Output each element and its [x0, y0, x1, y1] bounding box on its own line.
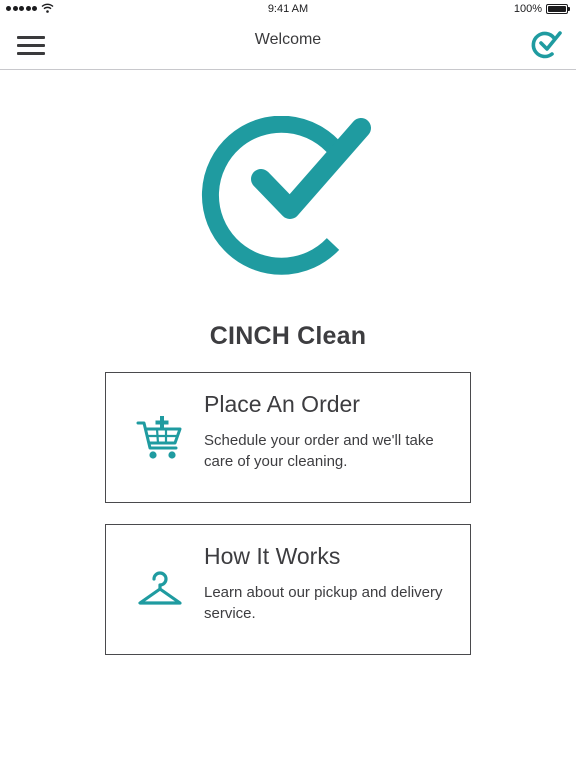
card-description: Learn about our pickup and delivery serv… — [204, 584, 443, 622]
status-right: 100% — [513, 3, 570, 15]
status-bar: 9:41 AM 100% — [0, 0, 576, 20]
cart-add-icon — [136, 416, 182, 459]
hanger-icon — [138, 571, 182, 605]
status-time: 9:41 AM — [267, 3, 309, 15]
check-circle-icon[interactable] — [530, 29, 564, 61]
place-order-card[interactable]: Place An Order Schedule your order and w… — [105, 372, 471, 503]
how-it-works-card[interactable]: How It Works Learn about our pickup and … — [105, 524, 471, 655]
cinch-check-logo — [201, 116, 371, 275]
battery-percent: 100% — [513, 3, 542, 15]
brand-title: CINCH Clean — [209, 322, 367, 350]
card-title: Place An Order — [204, 391, 360, 417]
nav-bar: Welcome — [0, 20, 576, 70]
card-title: How It Works — [204, 543, 341, 569]
page-title: Welcome — [254, 31, 322, 48]
battery-icon — [546, 4, 570, 14]
card-description: Schedule your order and we'll take care … — [204, 432, 434, 470]
